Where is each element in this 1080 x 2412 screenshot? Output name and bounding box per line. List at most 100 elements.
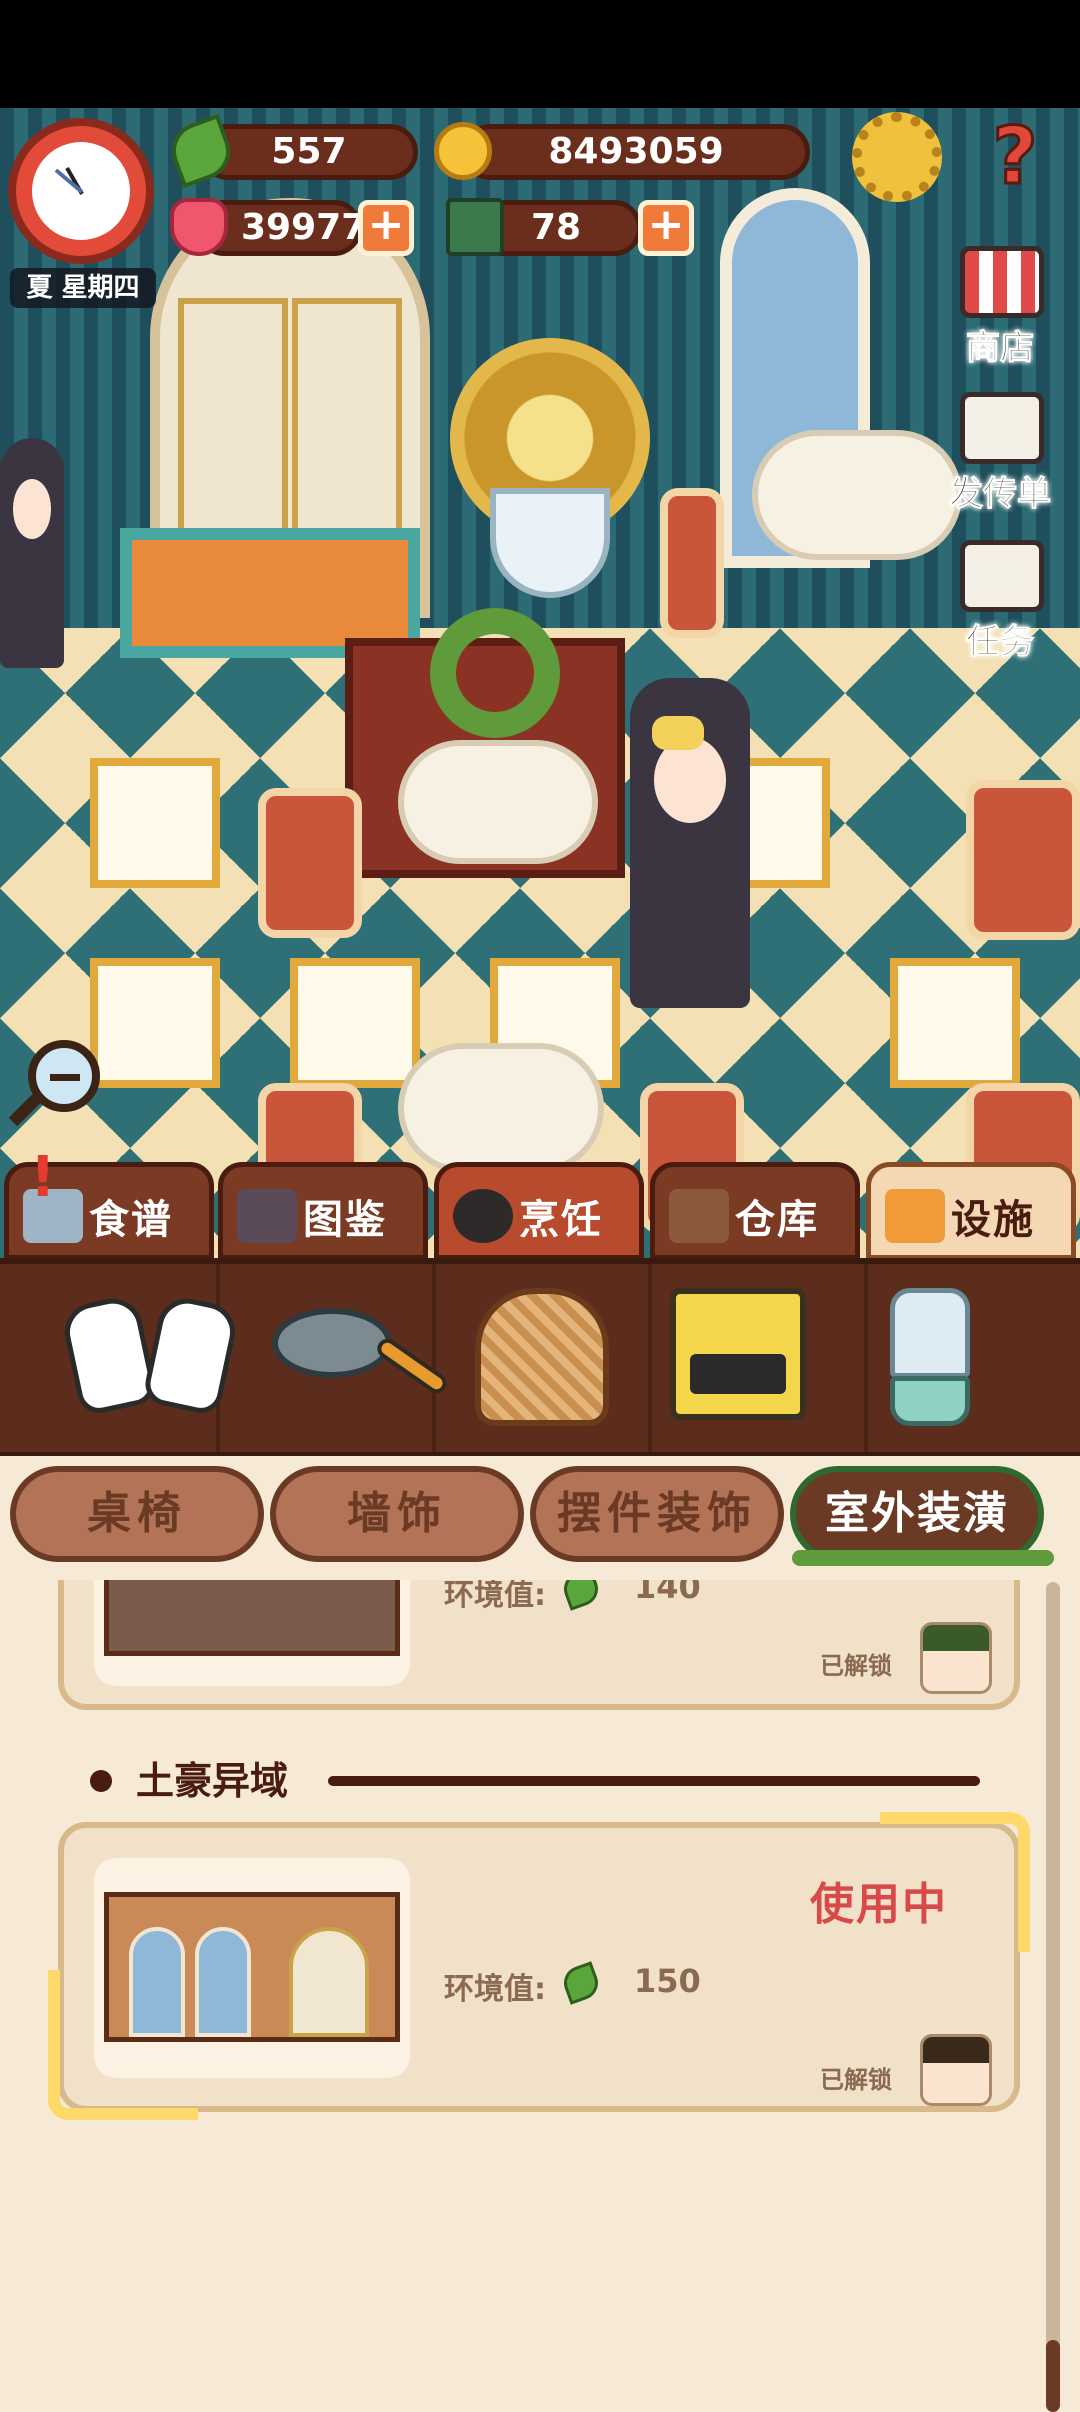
clock-icon[interactable]: [8, 118, 154, 264]
season-day-label: 夏 星期四: [10, 268, 156, 308]
shop-button[interactable]: 商店: [940, 246, 1060, 376]
blender-jar: [890, 1288, 970, 1378]
cooking-pot-icon: [453, 1189, 513, 1243]
tab-collection[interactable]: 图鉴: [218, 1162, 428, 1260]
tab-label: 食谱: [89, 1197, 173, 1243]
pan-body: [272, 1308, 392, 1378]
facade-door: [289, 1927, 369, 2037]
divider: [648, 1264, 652, 1452]
section-bullet: [90, 1770, 112, 1792]
tab-label: 仓库: [735, 1197, 819, 1243]
tab-label: 设施: [951, 1197, 1035, 1243]
floor-tile: [90, 958, 220, 1088]
avatar-hair: [923, 1625, 989, 1652]
subtab-exterior-label: 室外装潢: [825, 1488, 1009, 1539]
blender-base: [890, 1376, 970, 1426]
env-label: 环境值:: [444, 1972, 546, 2007]
category-tabs: 食谱 图鉴 烹饪 仓库 设施: [0, 1150, 1080, 1260]
task-label: 任务: [966, 622, 1035, 663]
gear-icon[interactable]: [852, 112, 942, 202]
env-label: 环境值:: [444, 1580, 546, 1613]
subtab-tables-chairs[interactable]: 桌椅: [10, 1466, 264, 1562]
shelf-icon: [669, 1189, 729, 1243]
facilities-icon: [885, 1189, 945, 1243]
unlock-status: 已解锁: [820, 1652, 892, 1680]
armchair[interactable]: [966, 780, 1080, 940]
list-item[interactable]: 环境值: 140 已解锁: [58, 1580, 1020, 1710]
leaf-icon: [559, 1580, 603, 1611]
character-face: [12, 479, 52, 540]
tab-label: 图鉴: [303, 1197, 387, 1243]
frying-pan-icon[interactable]: [272, 1308, 451, 1408]
section-divider: [328, 1776, 980, 1786]
waitress-character[interactable]: [0, 438, 64, 668]
subtab-wall-decor[interactable]: 墙饰: [270, 1466, 524, 1562]
facade-image: [104, 1580, 400, 1656]
glove-left: [59, 1293, 159, 1417]
floor-tile: [290, 958, 420, 1088]
restaurant-scene[interactable]: [0, 108, 1080, 1258]
status-bar: [0, 0, 1080, 108]
avatar: [920, 1622, 992, 1694]
gloves-icon[interactable]: [59, 1293, 241, 1420]
floor-tile: [90, 758, 220, 888]
tab-cooking[interactable]: 烹饪: [434, 1162, 644, 1260]
env-value: 140: [634, 1580, 701, 1606]
coin-counter: 8493059: [462, 124, 810, 180]
vine-decoration: [792, 1550, 1054, 1566]
alert-icon: !: [30, 1145, 56, 1210]
decor-subtabs: 桌椅 墙饰 摆件装饰 室外装潢: [0, 1456, 1080, 1580]
shop-label: 商店: [966, 328, 1035, 369]
scrollbar-thumb[interactable]: [1046, 2340, 1060, 2412]
subtab-exterior[interactable]: 室外装潢: [790, 1466, 1054, 1566]
floor-tile: [890, 958, 1020, 1088]
exterior-list[interactable]: 环境值: 140 已解锁 土豪异域 使用中 环境值: 150 已解锁: [0, 1580, 1080, 2412]
flyer-label: 发传单: [949, 474, 1052, 515]
zoom-out-button[interactable]: [8, 1040, 100, 1127]
scrollbar-track[interactable]: [1046, 1582, 1060, 2412]
add-books-button[interactable]: +: [638, 200, 694, 256]
env-value: 150: [634, 1962, 701, 2000]
character-hair: [652, 716, 704, 750]
minus-icon: [50, 1074, 80, 1081]
item-thumbnail: [94, 1580, 410, 1686]
character-face: [654, 737, 726, 824]
clock-face: [32, 142, 130, 240]
task-list-icon: [960, 540, 1044, 612]
unlock-status: 已解锁: [820, 2066, 892, 2094]
section-title: 土豪异域: [136, 1759, 289, 1803]
divider: [864, 1264, 868, 1452]
add-hearts-button[interactable]: +: [358, 200, 414, 256]
list-item-selected[interactable]: 使用中 环境值: 150 已解锁: [58, 1822, 1020, 2112]
collection-icon: [237, 1189, 297, 1243]
tab-facilities[interactable]: 设施: [866, 1162, 1076, 1260]
shop-icon: [960, 246, 1044, 318]
blender-icon[interactable]: [890, 1288, 970, 1428]
heart-icon: [170, 198, 228, 256]
task-button[interactable]: 任务: [940, 540, 1060, 670]
flyer-button[interactable]: 发传单: [930, 392, 1070, 522]
help-button[interactable]: ?: [980, 111, 1050, 204]
christmas-wreath: [430, 608, 560, 738]
oven-window: [690, 1354, 786, 1394]
coin-icon: [434, 122, 492, 180]
avatar: [920, 2034, 992, 2106]
leaf-icon: [559, 1961, 603, 2005]
tab-label: 烹饪: [519, 1197, 603, 1243]
glove-right: [141, 1293, 241, 1417]
oven-icon[interactable]: [670, 1288, 806, 1420]
dining-table[interactable]: [398, 740, 598, 864]
book-icon: [446, 198, 504, 256]
tab-storage[interactable]: 仓库: [650, 1162, 860, 1260]
customer-character[interactable]: [630, 678, 750, 1008]
armchair[interactable]: [660, 488, 724, 638]
selection-corner: [880, 1812, 1030, 1952]
flyer-icon: [960, 392, 1044, 464]
avatar-hair: [923, 2037, 989, 2064]
divider: [432, 1264, 436, 1452]
armchair[interactable]: [258, 788, 362, 938]
selection-corner: [48, 1970, 198, 2120]
steamer-icon[interactable]: [475, 1288, 609, 1426]
leaf-counter: 557: [200, 124, 418, 180]
subtab-ornaments[interactable]: 摆件装饰: [530, 1466, 784, 1562]
